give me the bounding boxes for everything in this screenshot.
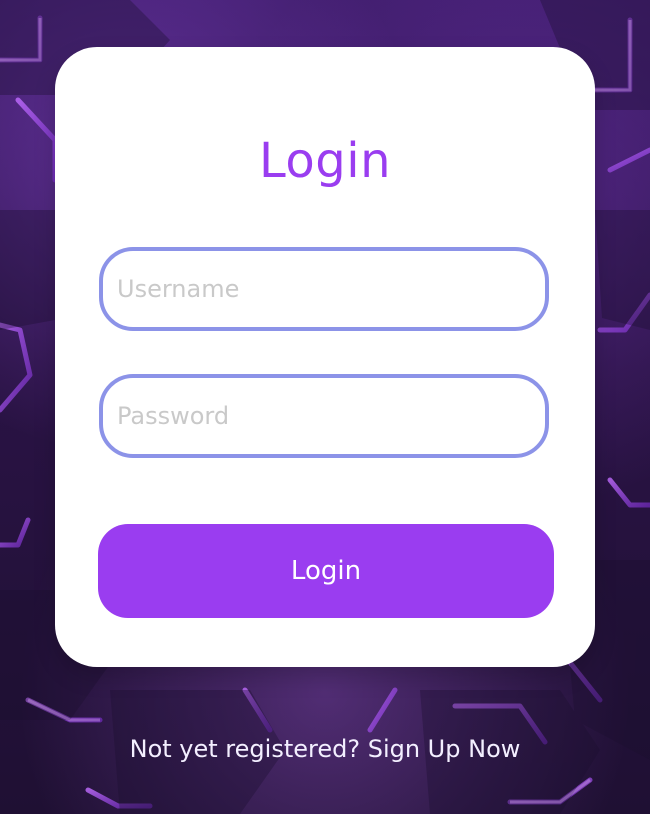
page-title: Login bbox=[259, 133, 391, 189]
username-input[interactable] bbox=[99, 247, 549, 331]
login-button[interactable]: Login bbox=[98, 524, 554, 618]
password-input[interactable] bbox=[99, 374, 549, 458]
signup-link[interactable]: Not yet registered? Sign Up Now bbox=[0, 737, 650, 761]
login-card: Login Login bbox=[55, 47, 595, 667]
